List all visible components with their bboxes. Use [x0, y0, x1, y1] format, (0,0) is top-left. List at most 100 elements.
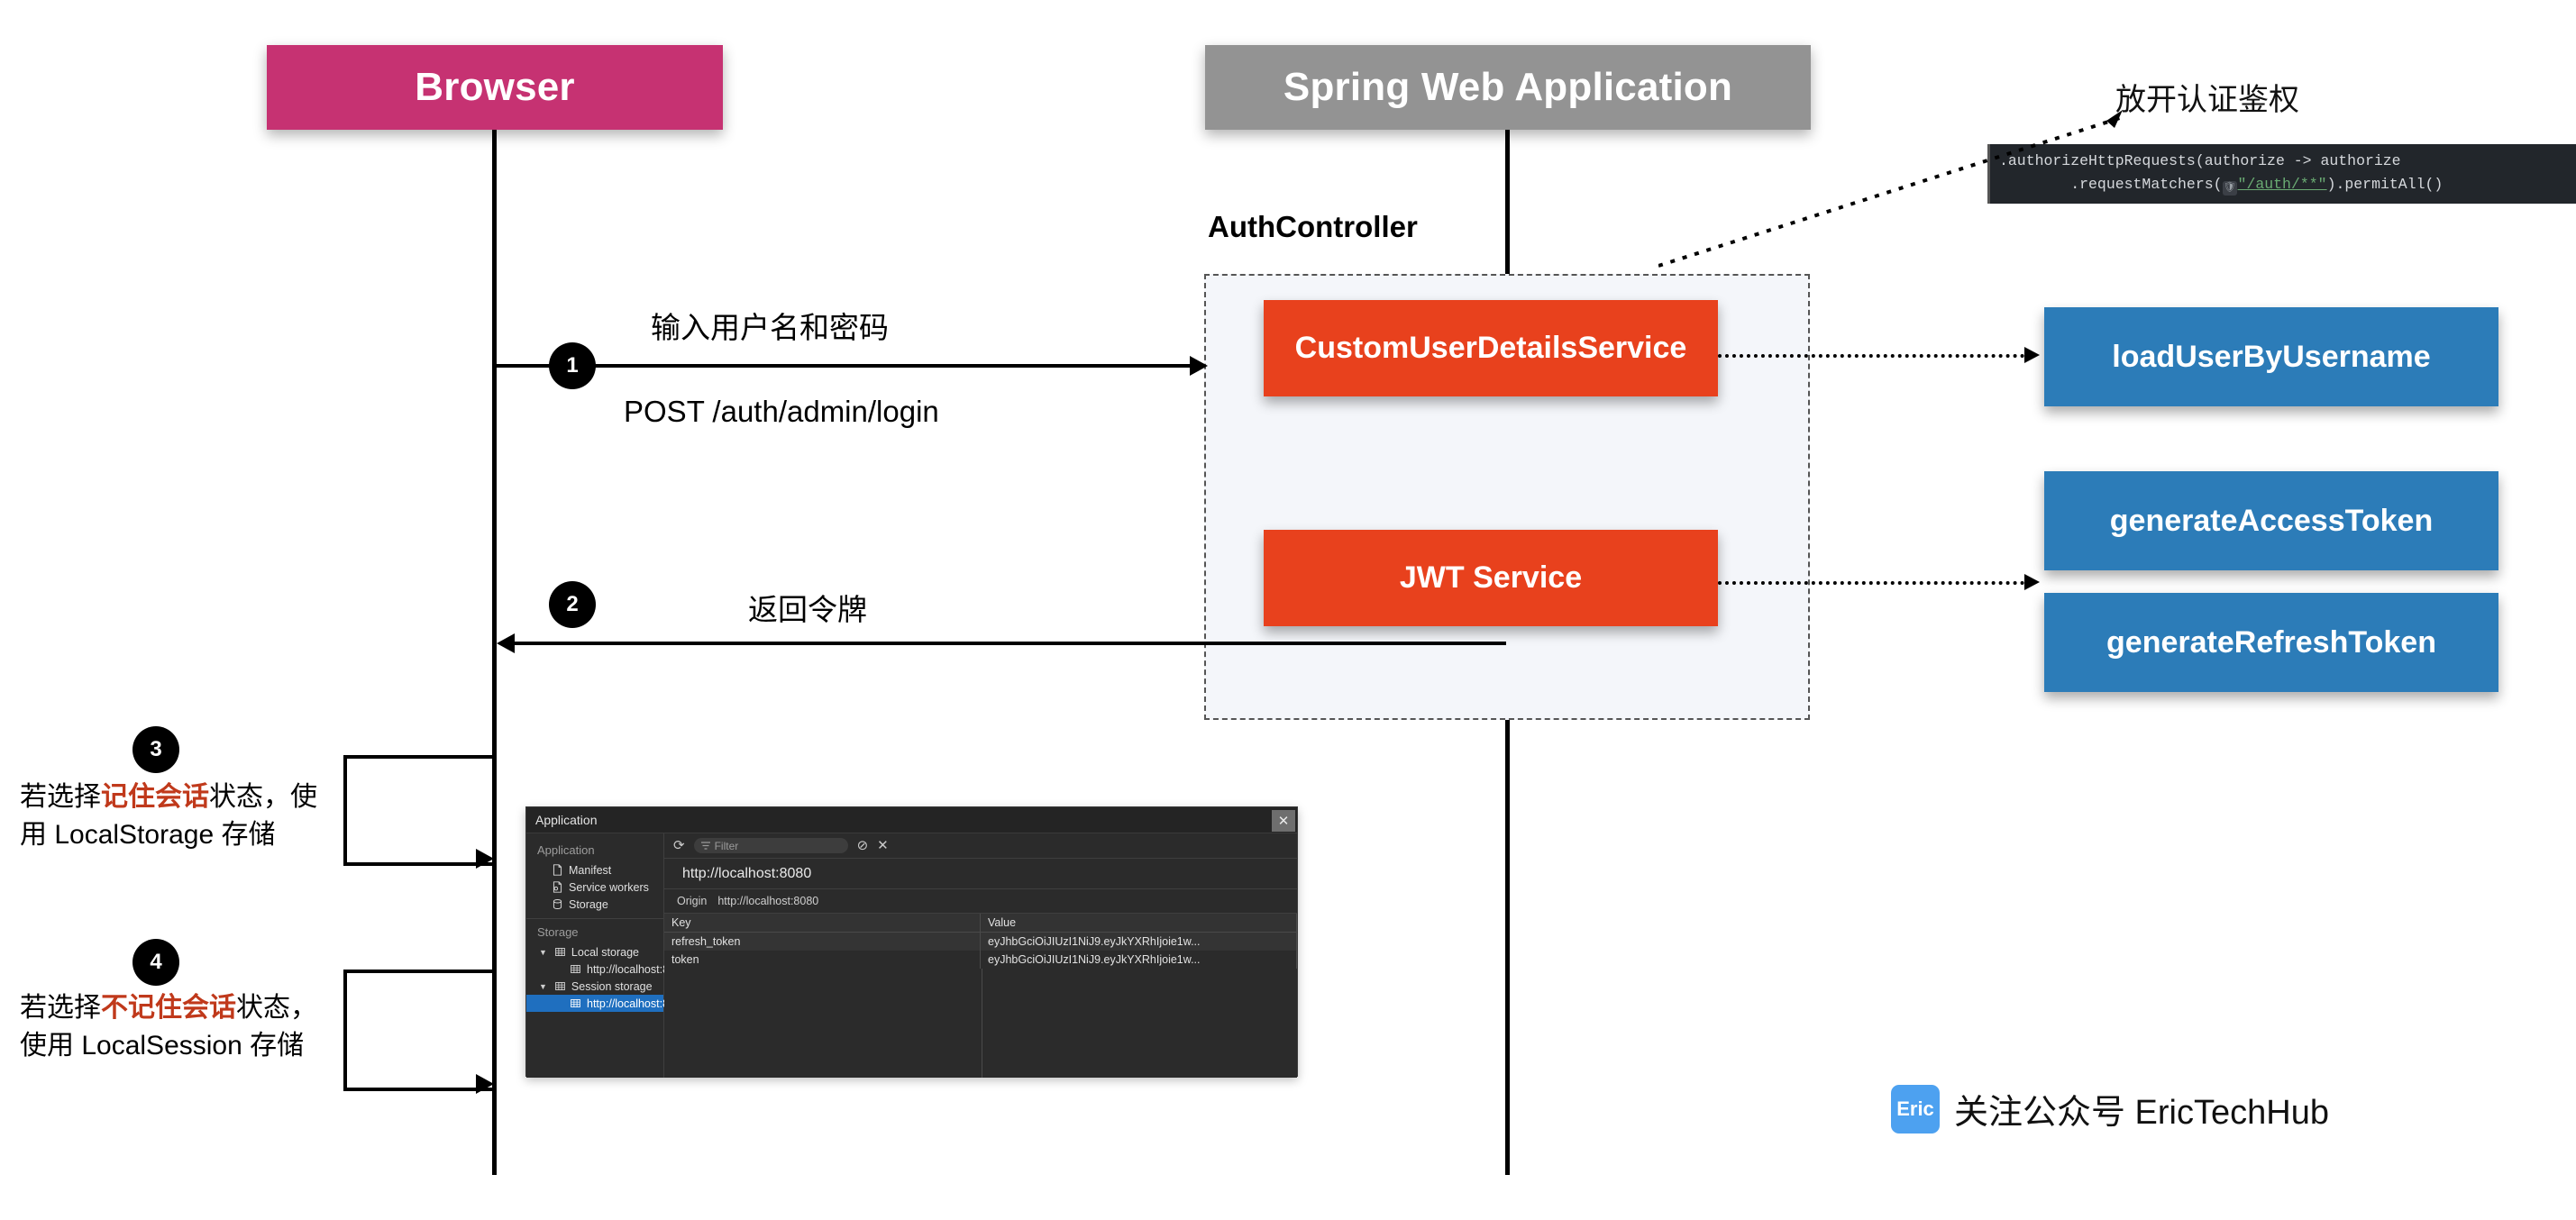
method-label: generateRefreshToken	[2106, 624, 2436, 660]
relax-auth-title: 放开认证鉴权	[2115, 83, 2299, 117]
step-badge-2: 2	[549, 581, 596, 628]
sidebar-item-label: Session storage	[571, 979, 653, 993]
table-empty-area	[664, 969, 1297, 1078]
table-icon	[555, 981, 565, 991]
sidebar-group-storage: Storage	[537, 925, 579, 939]
delete-icon[interactable]: ✕	[877, 839, 889, 852]
devtools-application-panel[interactable]: Application ✕ Application Manifest Servi…	[525, 806, 1298, 1078]
participant-browser: Browser	[267, 45, 723, 130]
table-header-row: Key Value	[664, 914, 1297, 933]
sidebar-item-session-storage[interactable]: ▼ Session storage	[526, 978, 663, 995]
message-1-line	[497, 364, 1200, 368]
filter-placeholder: Filter	[714, 839, 739, 852]
cell-value: eyJhbGciOiJIUzI1NiJ9.eyJkYXRhIjoie1w...	[980, 932, 1297, 951]
manifest-icon	[553, 864, 562, 876]
sidebar-divider	[526, 918, 663, 919]
message-2-line	[515, 642, 1506, 645]
origin-value: http://localhost:8080	[717, 895, 819, 907]
storage-table[interactable]: Key Value refresh_token eyJhbGciOiJIUzI1…	[664, 914, 1297, 969]
storage-icon	[553, 898, 562, 910]
service-jwt-service: JWT Service	[1264, 530, 1718, 626]
note-3-text: 若选择记住会话状态，使 用 LocalStorage 存储	[20, 778, 344, 854]
sidebar-item-local-storage[interactable]: ▼ Local storage	[526, 943, 663, 961]
table-icon	[555, 947, 565, 957]
column-header-key[interactable]: Key	[664, 914, 981, 933]
origin-row: Origin http://localhost:8080	[664, 889, 1297, 914]
sidebar-item-session-storage-origin[interactable]: http://localhost:8080	[526, 995, 688, 1012]
refresh-icon[interactable]: ⟳	[673, 839, 685, 852]
participant-browser-label: Browser	[415, 65, 575, 109]
method-label: generateAccessToken	[2109, 503, 2434, 538]
sidebar-item-service-workers[interactable]: Service workers	[526, 879, 663, 896]
chevron-down-icon[interactable]: ▼	[539, 982, 547, 991]
table-row[interactable]: refresh_token eyJhbGciOiJIUzI1NiJ9.eyJkY…	[664, 932, 1297, 951]
shield-icon: 🛡	[2222, 181, 2237, 196]
dotted-connector-to-code	[1658, 110, 2124, 268]
note-4-bracket	[343, 970, 495, 1091]
message-1-label-top: 输入用户名和密码	[651, 311, 889, 344]
step-badge-4: 4	[132, 939, 179, 986]
note-3-line2: 用 LocalStorage 存储	[20, 820, 276, 850]
origin-label: Origin	[677, 895, 708, 907]
devtools-toolbar: ⟳ Filter ⊘ ✕	[664, 833, 1297, 859]
sidebar-item-manifest[interactable]: Manifest	[526, 861, 663, 879]
method-load-user-by-username: loadUserByUsername	[2044, 307, 2498, 406]
devtools-sidebar[interactable]: Application Manifest Service workers Sto…	[526, 833, 688, 1078]
message-1-label-bottom: POST /auth/admin/login	[624, 395, 939, 428]
table-icon	[571, 964, 580, 974]
dotted-line-userdetails-to-loaduser	[1718, 354, 2024, 358]
method-generate-access-token: generateAccessToken	[2044, 471, 2498, 570]
step-badge-1: 1	[549, 342, 596, 389]
note-3-line1-pre: 若选择	[20, 782, 101, 812]
column-header-value[interactable]: Value	[980, 914, 1297, 933]
message-1-arrowhead	[1190, 356, 1208, 376]
chevron-down-icon[interactable]: ▼	[539, 948, 547, 957]
table-row[interactable]: token eyJhbGciOiJIUzI1NiJ9.eyJkYXRhIjoie…	[664, 951, 1297, 969]
sidebar-item-label: Storage	[569, 897, 608, 911]
origin-url-row: http://localhost:8080	[664, 859, 1297, 889]
cell-value: eyJhbGciOiJIUzI1NiJ9.eyJkYXRhIjoie1w...	[980, 951, 1297, 969]
note-3-line1-post: 状态，使	[209, 782, 317, 812]
note-3-highlight: 记住会话	[101, 782, 209, 812]
dotted-arrow-tokens	[2024, 574, 2040, 590]
participant-spring-label: Spring Web Application	[1283, 65, 1733, 109]
devtools-title: Application	[535, 813, 598, 827]
code-line-2-string: "/auth/**"	[2237, 176, 2327, 193]
method-generate-refresh-token: generateRefreshToken	[2044, 593, 2498, 692]
sidebar-item-label: Local storage	[571, 945, 639, 959]
note-4-line1-pre: 若选择	[20, 993, 101, 1023]
step-badge-3: 3	[132, 726, 179, 773]
note-3-arrowhead	[476, 849, 494, 869]
code-line-2-suffix: ).permitAll()	[2326, 176, 2444, 193]
clear-icon[interactable]: ⊘	[857, 839, 869, 852]
dotted-line-jwt-to-tokens	[1718, 581, 2024, 585]
note-4-highlight: 不记住会话	[101, 993, 236, 1023]
brand-footer: Eric 关注公众号 EricTechHub	[1891, 1084, 2329, 1134]
sidebar-group-application: Application	[537, 843, 595, 857]
note-4-line2: 使用 LocalSession 存储	[20, 1031, 305, 1061]
devtools-titlebar: Application ✕	[526, 807, 1297, 833]
service-custom-user-details-service: CustomUserDetailsService	[1264, 300, 1718, 396]
brand-logo: Eric	[1891, 1084, 1940, 1134]
filter-icon	[700, 842, 710, 850]
sidebar-item-storage[interactable]: Storage	[526, 896, 663, 913]
service-label: JWT Service	[1399, 560, 1583, 595]
dotted-arrow-loaduser	[2024, 347, 2040, 363]
sidebar-item-label: Manifest	[569, 863, 612, 877]
note-4-text: 若选择不记住会话状态， 使用 LocalSession 存储	[20, 989, 344, 1065]
filter-input[interactable]: Filter	[693, 838, 848, 853]
note-4-line1-post: 状态，	[236, 993, 317, 1023]
cell-key: token	[664, 951, 981, 969]
service-worker-icon	[553, 881, 562, 893]
note-4-arrowhead	[476, 1074, 494, 1094]
devtools-body: Application Manifest Service workers Sto…	[526, 833, 1297, 1078]
auth-controller-label: AuthController	[1208, 210, 1418, 243]
cell-key: refresh_token	[664, 932, 981, 951]
note-3-bracket	[343, 755, 495, 866]
method-label: loadUserByUsername	[2112, 339, 2431, 374]
close-icon[interactable]: ✕	[1272, 809, 1295, 832]
sidebar-item-label: Service workers	[569, 880, 649, 894]
table-icon	[571, 998, 580, 1008]
devtools-main: ⟳ Filter ⊘ ✕ http://localhost:8080 Origi…	[664, 833, 1297, 1078]
sidebar-item-local-storage-origin[interactable]: http://localhost:8080	[526, 961, 688, 978]
